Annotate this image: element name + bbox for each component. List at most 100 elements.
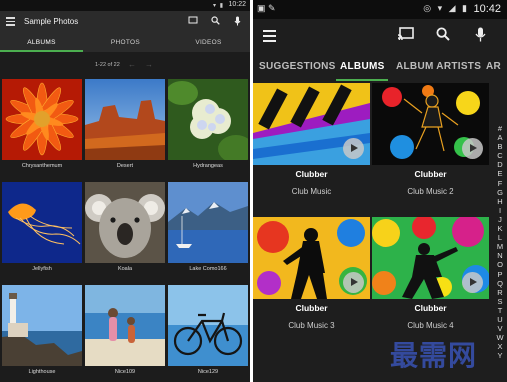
hydrangeas-image	[168, 79, 248, 160]
photo-tile[interactable]: Chrysanthemum	[2, 79, 82, 179]
tab-albums[interactable]: ALBUMS	[0, 39, 83, 46]
photo-caption: Nice109	[114, 369, 136, 375]
mic-icon[interactable]	[234, 16, 241, 28]
album-artist: Clubber	[295, 303, 328, 313]
tab-albums[interactable]: ALBUMS	[340, 61, 385, 72]
koala-image	[85, 182, 165, 263]
alphabet-index-letter[interactable]: J	[494, 215, 506, 224]
photo-grid: Chrysanthemum Desert Hydrangeas Jellyfis…	[2, 79, 248, 382]
status-bar: ▣ ✎ ◎ ▾ ◢ ▮ 10:42	[253, 0, 507, 19]
album-artist: Clubber	[295, 169, 328, 179]
album-artist: Clubber	[414, 169, 447, 179]
photo-tile[interactable]: Jellyfish	[2, 182, 82, 282]
status-icons: ▾ ▮	[213, 3, 224, 9]
album-card[interactable]: Clubber Club Music 4	[372, 217, 489, 339]
alphabet-index-letter[interactable]: R	[494, 288, 506, 297]
status-time: 10:22	[228, 1, 246, 8]
alphabet-index-letter[interactable]: B	[494, 142, 506, 151]
album-card[interactable]: Clubber Club Music 3	[253, 217, 370, 339]
alphabet-index-letter[interactable]: O	[494, 260, 506, 269]
alphabet-index-letter[interactable]: E	[494, 169, 506, 178]
cast-icon[interactable]	[397, 27, 414, 44]
alphabet-index-letter[interactable]: I	[494, 206, 506, 215]
alphabet-index-letter[interactable]: T	[494, 306, 506, 315]
alphabet-index-letter[interactable]: L	[494, 233, 506, 242]
jellyfish-image	[2, 182, 82, 263]
cast-icon[interactable]	[188, 16, 198, 27]
active-tab-indicator	[336, 79, 388, 81]
tab-videos[interactable]: VIDEOS	[167, 39, 250, 46]
album-title: Club Music	[291, 187, 332, 196]
play-button-icon[interactable]	[343, 138, 364, 159]
prev-page-arrow-icon[interactable]: ←	[128, 60, 136, 69]
album-artist: Clubber	[414, 303, 447, 313]
app-bar	[253, 19, 507, 53]
tab-bar: SUGGESTIONS ALBUMS ALBUM ARTISTS AR	[253, 53, 507, 81]
photo-tile[interactable]: Nice109	[85, 285, 165, 382]
alphabet-index-letter[interactable]: F	[494, 179, 506, 188]
alphabet-index-letter[interactable]: X	[494, 342, 506, 351]
search-icon[interactable]	[211, 16, 220, 27]
alphabet-index-letter[interactable]: C	[494, 151, 506, 160]
photo-caption: Desert	[116, 163, 134, 169]
photo-caption: Nice129	[197, 369, 219, 375]
photo-tile[interactable]: Lake Como166	[168, 182, 248, 282]
photo-caption: Lighthouse	[28, 369, 56, 375]
album-card[interactable]: Clubber Club Music	[253, 83, 370, 205]
menu-icon[interactable]	[263, 30, 276, 42]
alphabet-index-letter[interactable]: A	[494, 133, 506, 142]
menu-icon[interactable]	[6, 17, 15, 26]
play-button-icon[interactable]	[462, 272, 483, 293]
status-system-icons: ◎ ▾ ◢ ▮	[423, 3, 469, 13]
alphabet-index-letter[interactable]: S	[494, 297, 506, 306]
photo-caption: Lake Como166	[189, 266, 227, 272]
alphabet-index-letter[interactable]: D	[494, 160, 506, 169]
alphabet-index-letter[interactable]: H	[494, 197, 506, 206]
status-bar: ▾ ▮ 10:22	[0, 0, 250, 11]
alphabet-index-letter[interactable]: G	[494, 188, 506, 197]
alphabet-index-letter[interactable]: W	[494, 333, 506, 342]
album-card[interactable]: Clubber Club Music 2	[372, 83, 489, 205]
next-page-arrow-icon[interactable]: →	[145, 60, 153, 69]
tab-album-artists[interactable]: ALBUM ARTISTS	[396, 61, 481, 72]
alphabet-index-letter[interactable]: Y	[494, 351, 506, 360]
lake-como-image	[168, 182, 248, 263]
photo-caption: Chrysanthemum	[21, 163, 63, 169]
album-cover-image	[372, 217, 489, 299]
photo-tile[interactable]: Desert	[85, 79, 165, 179]
mic-icon[interactable]	[475, 27, 486, 45]
app-bar: Sample Photos	[0, 11, 250, 33]
album-title: Club Music 2	[407, 187, 454, 196]
left-phone-screen: ▾ ▮ 10:22 Sample Photos ALBUMS PHOTOS VI…	[0, 0, 250, 382]
photo-tile[interactable]: Hydrangeas	[168, 79, 248, 179]
album-cover-image	[372, 83, 489, 165]
app-title: Sample Photos	[24, 17, 79, 26]
alphabet-index-letter[interactable]: #	[494, 124, 506, 133]
desert-image	[85, 79, 165, 160]
alphabet-index-letter[interactable]: V	[494, 324, 506, 333]
photo-tile[interactable]: Koala	[85, 182, 165, 282]
search-icon[interactable]	[436, 27, 450, 44]
status-time: 10:42	[473, 3, 501, 15]
alphabet-index-letter[interactable]: N	[494, 251, 506, 260]
play-button-icon[interactable]	[343, 272, 364, 293]
tab-suggestions[interactable]: SUGGESTIONS	[259, 61, 336, 72]
tab-photos[interactable]: PHOTOS	[84, 39, 167, 46]
alphabet-index-letter[interactable]: K	[494, 224, 506, 233]
status-notification-icons: ▣ ✎	[257, 3, 276, 13]
alphabet-index-letter[interactable]: P	[494, 270, 506, 279]
photo-tile[interactable]: Lighthouse	[2, 285, 82, 382]
alphabet-index-scroller[interactable]: # A B C D E F G H I J K L M N O P Q R S T U V W X Y	[494, 124, 506, 360]
tab-artists[interactable]: AR	[486, 61, 501, 72]
alphabet-index-letter[interactable]: M	[494, 242, 506, 251]
photo-caption: Jellyfish	[32, 266, 52, 272]
pager: 1-22 of 22 ← →	[0, 52, 250, 77]
play-button-icon[interactable]	[462, 138, 483, 159]
lighthouse-image	[2, 285, 82, 366]
right-phone-screen: ▣ ✎ ◎ ▾ ◢ ▮ 10:42 SUGGESTIONS ALBUMS ALB…	[253, 0, 507, 382]
alphabet-index-letter[interactable]: Q	[494, 279, 506, 288]
alphabet-index-letter[interactable]: U	[494, 315, 506, 324]
photo-tile[interactable]: Nice129	[168, 285, 248, 382]
album-cover-image	[253, 83, 370, 165]
album-title: Club Music 3	[288, 321, 335, 330]
